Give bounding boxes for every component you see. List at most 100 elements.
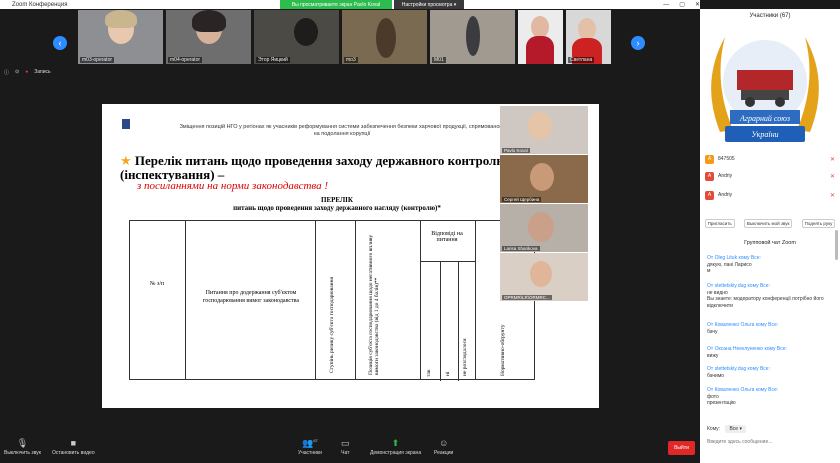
video-thumb[interactable]: Этор Яицкий [254,10,339,64]
agrarian-union-logo: Аграрний союз України [711,37,819,142]
slide-list-text: Перелік питань щодо проведення заходу де… [120,153,507,182]
video-thumb[interactable] [518,10,563,64]
chat-scrollbar[interactable] [835,230,838,260]
avatar: А [705,171,714,181]
recording-icon: ● [25,69,29,75]
participants-title: Участники (67) [749,13,791,19]
share-screen-icon: ⬆ [391,438,400,448]
video-button[interactable]: ■ Остановить видео [52,438,95,456]
video-thumb[interactable]: m04-operator [166,10,251,64]
mute-label: Выключить звук [4,450,41,456]
shield-icon[interactable]: ⊙ [15,69,19,75]
speaker-video[interactable]: Pavlo Koval [500,106,588,154]
checklist-table: № з/п Питання про додержання суб'єктом г… [129,220,535,381]
chat-text: не видно Вы знаете: модератору конференц… [707,289,824,309]
col-risk: Ступінь ризику суб'єкта господарювання [329,276,335,373]
star-icon: ★ [120,153,132,168]
share-label: Демонстрация экрана [370,450,422,456]
chat-input[interactable] [707,437,835,447]
prev-page-button[interactable]: ‹ [53,36,67,50]
chat-text: бачимо [707,372,725,379]
raise-hand-button[interactable]: Поднять руку [801,218,836,228]
close-button[interactable]: ✕ [695,1,700,8]
video-thumb[interactable]: M01 [430,10,515,64]
slide-logo [122,119,130,129]
speaker-label: Pavlo Koval [502,148,530,153]
send-to-select[interactable]: Все ▾ [725,425,746,433]
reactions-button[interactable]: ☺ Реакции [434,438,453,456]
thumb-label: M01 [432,57,446,63]
leave-button[interactable]: Выйти [668,441,695,455]
participants-count: 67 [313,438,318,443]
chat-button[interactable]: ▭ Чат [341,438,350,456]
camera-icon: ■ [70,438,77,448]
logo-text-2: України [751,130,778,139]
next-page-button[interactable]: › [631,36,645,50]
chat-title: Групповой чат Zoom [744,240,796,246]
participant-row[interactable]: А Andriy ✕ [705,189,835,201]
avatar: А [705,154,714,164]
thumb-label: m03-operator [80,57,115,63]
share-banner: Вы просматриваете экран Pavlo Koval [280,0,392,9]
info-icon[interactable]: ⓘ [4,69,9,76]
video-thumb[interactable]: mo3 [342,10,427,64]
window-controls: — ▢ ✕ [663,0,700,9]
thumb-label: Этор Яицкий [256,57,290,63]
perelik-heading: ПЕРЕЛІК [321,196,353,204]
participant-row[interactable]: А Andriy ✕ [705,170,835,182]
view-options-button[interactable]: Настройки просмотра ▾ [394,0,464,9]
col-risk2: Позиція суб'єкта господарювання щодо нег… [368,234,380,375]
ans-na: не розглядалося [462,338,468,376]
perelik-subheading: питань щодо проведення заходу державного… [233,204,441,212]
participant-row[interactable]: А 847505 ✕ [705,153,835,165]
col-no: № з/п [149,281,165,287]
video-thumb[interactable]: Светлана [566,10,611,64]
share-screen-button[interactable]: ⬆ Демонстрация экрана [370,438,421,456]
participants-icon: 👥67 [302,438,318,448]
app-title: Zoom Конференция [12,1,68,8]
mic-muted-icon: ✕ [829,173,835,180]
thumb-label: mo3 [344,57,358,63]
chat-label: Чат [341,450,350,456]
video-thumb[interactable]: m03-operator [78,10,163,64]
participant-name: Andriy [718,173,733,179]
participant-name: 847505 [718,156,735,162]
participants-actions: Пригласить Выключить мой звук Поднять ру… [700,216,840,230]
slide-subtitle: з посиланнями на норми законодавства ! [137,180,329,192]
ans-no: ні [445,371,451,376]
chat-text: вижу [707,352,719,359]
invite-button[interactable]: Пригласить [704,218,735,228]
perelik-title: ПЕРЕЛІК питань щодо проведення заходу де… [202,196,472,212]
mute-button[interactable]: 🎙 Выключить звук [4,438,41,456]
speaker-label: Larisa Sharikova [502,246,540,251]
recording-label: Запись [34,69,51,75]
smiley-icon: ☺ [439,438,449,448]
chat-text: фото презентацію [707,393,736,407]
speaker-video[interactable]: Сергей Щербина [500,155,588,203]
speaker-label: Сергей Щербина [502,197,542,202]
mic-muted-icon: ✕ [829,156,835,163]
chat-icon: ▭ [341,438,350,448]
logo-text-1: Аграрний союз [739,114,790,123]
chat-message: От Oleg Lituk кому Все: дякую, пані Лари… [707,255,835,275]
slide-header: Зміщення позицій НГО у регіонах як учасн… [179,124,505,137]
chat-text: бачу [707,328,718,335]
minimize-button[interactable]: — [663,2,669,8]
speaker-videos: Pavlo Koval Сергей Щербина Larisa Sharik… [500,106,588,301]
thumb-label: m04-operator [168,57,203,63]
chat-text: дякую, пані Ларисо м [707,261,752,275]
col-question: Питання про додержання суб'єктом господа… [202,290,300,304]
ans-yes: так [426,369,432,377]
thumb-label: Светлана [568,57,595,63]
speaker-video[interactable]: OPRMR\LR\ORMRC... [500,253,588,301]
video-strip: ‹ m03-operator m04-operator Этор Яицкий … [0,9,700,66]
participant-name: Andriy [718,192,733,198]
speaker-video[interactable]: Larisa Sharikova [500,204,588,252]
reactions-label: Реакции [434,450,454,456]
speaker-label: OPRMR\LR\ORMRC... [502,295,552,300]
col-norm: Нормативно-обґрунту [500,324,506,376]
mute-me-button[interactable]: Выключить мой звук [743,218,793,228]
participants-button[interactable]: 👥67 Участники [298,438,322,456]
participants-label: Участники [298,450,322,456]
maximize-button[interactable]: ▢ [679,1,685,8]
